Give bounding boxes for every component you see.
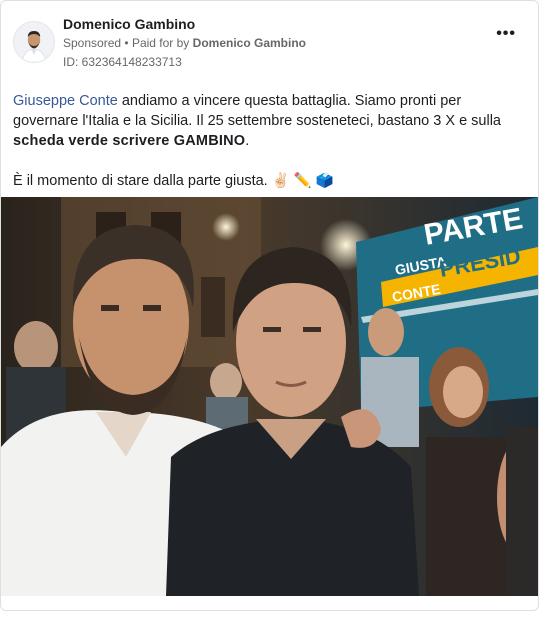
mention-link[interactable]: Giuseppe Conte xyxy=(13,93,118,109)
sponsorship-line: Sponsored • Paid for by Domenico Gambino xyxy=(63,36,306,50)
post-text-part-2: . xyxy=(245,133,250,149)
ad-card: Domenico Gambino Sponsored • Paid for by… xyxy=(0,0,539,611)
post-text: Giuseppe Conte andiamo a vincere questa … xyxy=(13,91,525,191)
ad-id: ID: 632364148233713 xyxy=(63,55,182,69)
post-bold-text: scheda verde scrivere GAMBINO xyxy=(13,133,246,149)
advertiser-name[interactable]: Domenico Gambino xyxy=(63,16,195,32)
meta-separator: • xyxy=(124,36,129,50)
more-horizontal-icon: ••• xyxy=(496,25,516,42)
advertiser-avatar[interactable] xyxy=(13,21,55,63)
post-paragraph-2: È il momento di stare dalla parte giusta… xyxy=(13,173,334,189)
paid-for-prefix: Paid for by xyxy=(131,36,190,50)
paid-for-name: Domenico Gambino xyxy=(192,36,306,50)
avatar-image xyxy=(14,22,54,62)
sponsored-label: Sponsored xyxy=(63,36,122,50)
more-options-button[interactable]: ••• xyxy=(496,25,516,42)
post-paragraph-1: Giuseppe Conte andiamo a vincere questa … xyxy=(13,91,525,151)
post-photo[interactable]: PARTE GIUSTA PRESID CONTE xyxy=(1,197,538,597)
selfie-photo-illustration: PARTE GIUSTA PRESID CONTE xyxy=(1,197,538,597)
